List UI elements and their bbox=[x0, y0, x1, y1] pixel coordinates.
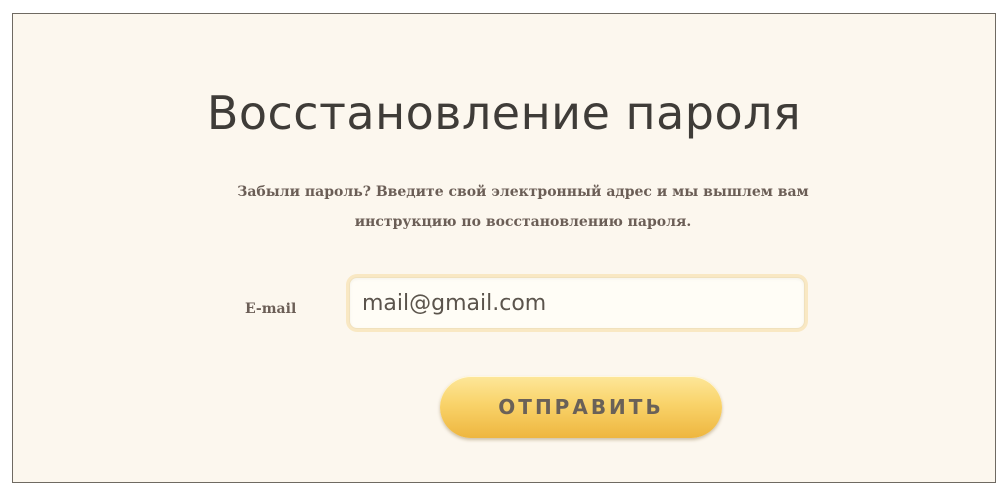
instructions-line-2: инструкцию по восстановлению пароля. bbox=[354, 214, 692, 230]
password-recovery-panel: Восстановление пароля Забыли пароль? Вве… bbox=[12, 13, 996, 483]
email-label: E-mail bbox=[245, 301, 297, 317]
instructions-text: Забыли пароль? Введите свой электронный … bbox=[153, 177, 893, 237]
page-title: Восстановление пароля bbox=[206, 86, 802, 140]
email-field[interactable] bbox=[349, 277, 805, 329]
instructions-line-1: Забыли пароль? Введите свой электронный … bbox=[237, 184, 809, 200]
submit-button[interactable]: ОТПРАВИТЬ bbox=[440, 376, 722, 438]
